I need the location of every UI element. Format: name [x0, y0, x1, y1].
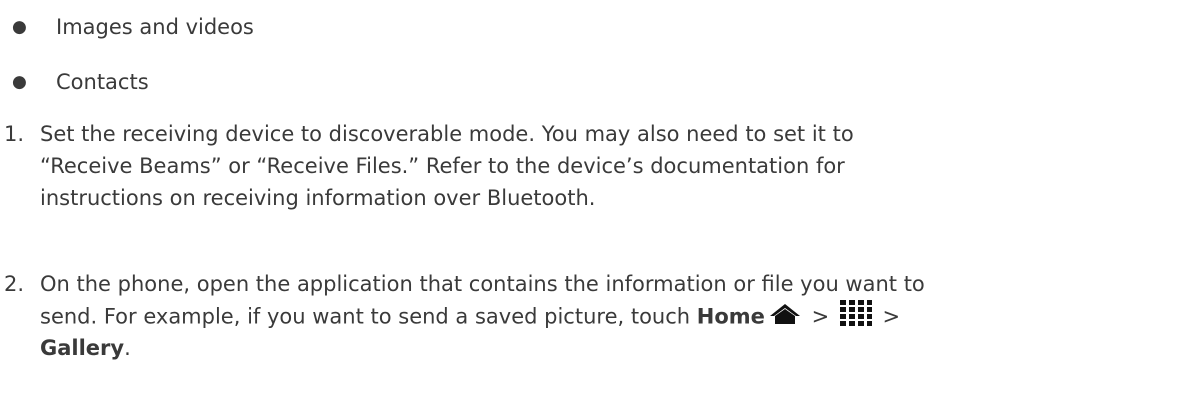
home-icon — [769, 302, 801, 334]
step-text: Set the receiving device to discoverable… — [40, 118, 1190, 214]
step-line: Set the receiving device to discoverable… — [40, 122, 854, 146]
bullet-marker: ● — [12, 17, 27, 37]
step-line-text: send. For example, if you want to send a… — [40, 304, 697, 329]
gallery-label: Gallery — [40, 336, 125, 360]
numbered-step-2: 2. On the phone, open the application th… — [0, 268, 1190, 364]
bullet-text: Images and videos — [56, 15, 254, 39]
step-number: 2. — [4, 272, 25, 296]
step-line: send. For example, if you want to send a… — [40, 300, 1190, 332]
separator: > — [804, 304, 836, 329]
bullet-item: ● Images and videos — [0, 11, 1180, 43]
numbered-step-1: 1. Set the receiving device to discovera… — [0, 118, 1190, 214]
step-line: instructions on receiving information ov… — [40, 186, 596, 210]
step-text: On the phone, open the application that … — [40, 268, 1190, 364]
home-label: Home — [696, 304, 765, 329]
document-page: ● Images and videos ● Contacts 1. Set th… — [0, 0, 1193, 400]
step-line: “Receive Beams” or “Receive Files.” Refe… — [40, 154, 845, 178]
step-line: On the phone, open the application that … — [40, 272, 925, 296]
bullet-text: Contacts — [56, 70, 149, 94]
step-line: Gallery. — [40, 332, 1190, 364]
separator: > — [875, 304, 901, 329]
bullet-item: ● Contacts — [0, 66, 1180, 98]
bullet-marker: ● — [12, 72, 27, 92]
all-apps-grid-icon — [839, 300, 872, 335]
step-number: 1. — [4, 122, 25, 146]
end-punctuation: . — [124, 336, 131, 360]
